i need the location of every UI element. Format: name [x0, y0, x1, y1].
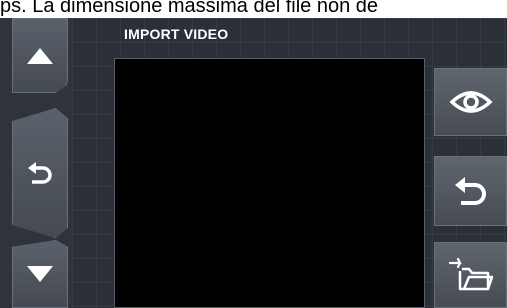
folder-import-icon [448, 257, 494, 293]
view-button[interactable] [434, 68, 507, 136]
scroll-down-button[interactable] [12, 240, 68, 308]
back-button-left[interactable] [12, 108, 68, 238]
back-button-right[interactable] [434, 156, 507, 226]
eye-icon [448, 87, 493, 117]
video-preview-area [114, 58, 425, 308]
scroll-up-button[interactable] [12, 18, 68, 93]
arrow-down-icon [25, 264, 55, 284]
device-screen: IMPORT VIDEO [0, 18, 507, 308]
arrow-up-icon [25, 46, 55, 66]
page-title: IMPORT VIDEO [124, 26, 229, 42]
back-arrow-icon [26, 160, 54, 186]
import-folder-button[interactable] [434, 242, 507, 308]
back-arrow-icon [453, 175, 489, 207]
caption-text: ps. La dimensione massima del file non d… [0, 0, 507, 17]
